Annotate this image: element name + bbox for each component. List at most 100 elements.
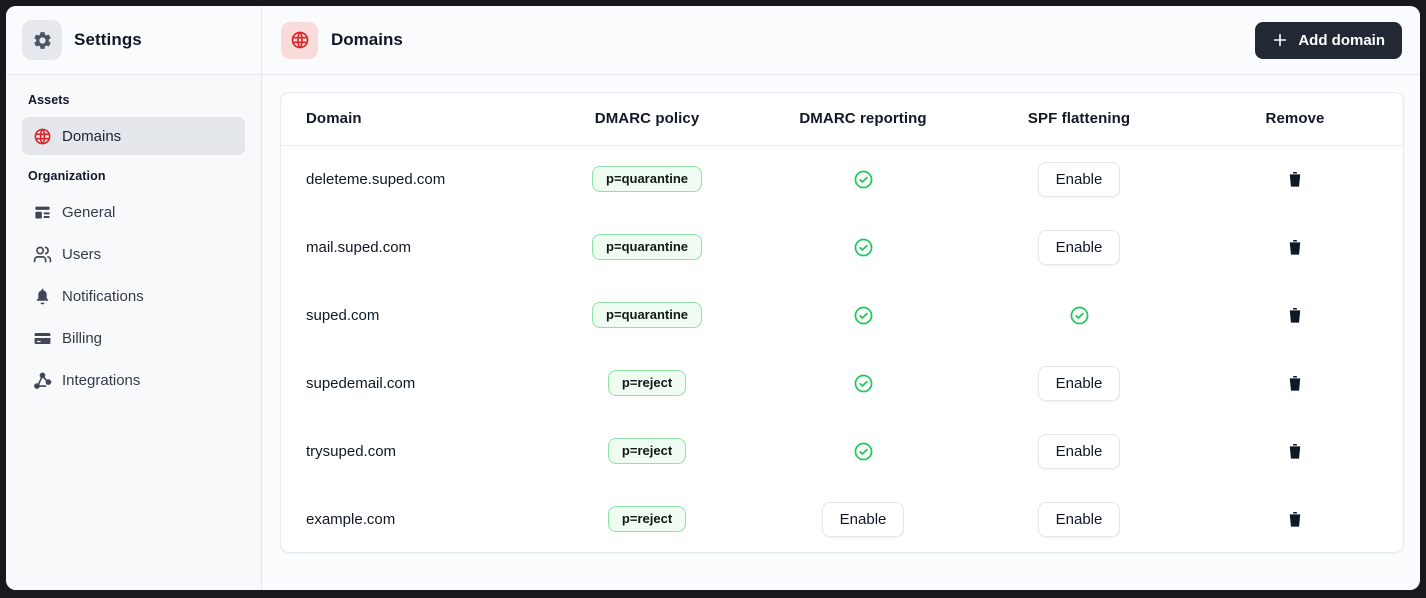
gear-icon [22, 20, 62, 60]
remove-cell [1187, 145, 1403, 213]
dmarc-policy-badge: p=reject [607, 370, 687, 396]
dmarc-reporting-cell: Enable [755, 213, 971, 281]
dmarc-policy-badge: p=reject [607, 506, 687, 532]
integrations-icon [33, 371, 52, 390]
domain-name: example.com [306, 510, 396, 528]
sidebar-item-label: General [62, 203, 116, 221]
sidebar-item-users[interactable]: Users [22, 235, 245, 273]
spf-flattening-enable-button[interactable]: Enable [1037, 433, 1121, 469]
remove-cell [1187, 281, 1403, 349]
sidebar-item-notifications[interactable]: Notifications [22, 277, 245, 315]
table-row: supedemail.com p=reject Enable Enable [281, 349, 1403, 417]
delete-domain-button[interactable] [1286, 306, 1304, 325]
sidebar-item-label: Integrations [62, 371, 141, 389]
add-domain-button[interactable]: Add domain [1255, 21, 1402, 59]
dmarc-policy-cell: p=reject [539, 349, 755, 417]
dmarc-reporting-check-circle-icon [853, 441, 874, 462]
dmarc-policy-cell: p=quarantine [539, 145, 755, 213]
sidebar-header: Settings [6, 6, 261, 75]
sidebar-item-label: Users [62, 245, 102, 263]
delete-domain-button[interactable] [1286, 442, 1304, 461]
sidebar-item-label: Billing [62, 329, 103, 347]
dmarc-reporting-cell: Enable [755, 485, 971, 552]
add-domain-button-label: Add domain [1298, 31, 1385, 49]
sidebar-item-general[interactable]: General [22, 193, 245, 231]
bell-icon [33, 287, 52, 306]
sidebar-item-label: Domains [62, 127, 122, 145]
dmarc-reporting-check-circle-icon [853, 373, 874, 394]
dmarc-reporting-cell: Enable [755, 417, 971, 485]
spf-flattening-cell: Enable [971, 213, 1187, 281]
nav-section-assets: Assets Domains [22, 93, 245, 155]
domains-table: Domain DMARC policy DMARC reporting SPF … [281, 93, 1403, 552]
table-header-row: Domain DMARC policy DMARC reporting SPF … [281, 93, 1403, 146]
domain-cell: deleteme.suped.com [281, 145, 539, 213]
spf-flattening-cell: Enable [971, 349, 1187, 417]
dmarc-policy-cell: p=reject [539, 485, 755, 552]
credit-card-icon [33, 329, 52, 348]
table-row: deleteme.suped.com p=quarantine Enable E… [281, 145, 1403, 213]
delete-domain-button[interactable] [1286, 510, 1304, 529]
dmarc-policy-cell: p=quarantine [539, 213, 755, 281]
app-window: Settings Assets Domains Organization Gen… [6, 6, 1420, 590]
domain-name: mail.suped.com [306, 238, 412, 256]
dmarc-policy-badge: p=quarantine [592, 234, 703, 260]
globe-icon [33, 127, 52, 146]
column-header-spf-flattening: SPF flattening [971, 93, 1187, 146]
dmarc-policy-badge: p=quarantine [592, 166, 703, 193]
spf-flattening-enable-button[interactable]: Enable [1037, 501, 1121, 537]
remove-cell [1187, 485, 1403, 552]
domain-name: trysuped.com [306, 442, 397, 460]
domain-cell: supedemail.com [281, 349, 539, 417]
spf-flattening-enable-button[interactable]: Enable [1037, 229, 1121, 265]
users-icon [33, 245, 52, 264]
main-header: Domains Add domain [262, 6, 1420, 75]
domain-cell: example.com [281, 485, 539, 552]
spf-flattening-cell: Enable [971, 145, 1187, 213]
spf-flattening-enable-button[interactable]: Enable [1037, 161, 1121, 197]
dmarc-policy-badge: p=quarantine [592, 302, 703, 328]
spf-flattening-cell: Enable [971, 417, 1187, 485]
sidebar-item-billing[interactable]: Billing [22, 319, 245, 357]
sidebar-item-label: Notifications [62, 287, 144, 305]
domain-name: deleteme.suped.com [306, 170, 446, 188]
panel-icon [33, 203, 52, 222]
domains-table-body: deleteme.suped.com p=quarantine Enable E… [281, 145, 1403, 552]
content: Domain DMARC policy DMARC reporting SPF … [262, 75, 1420, 590]
domain-cell: mail.suped.com [281, 213, 539, 281]
page-title: Domains [331, 30, 403, 49]
table-row: example.com p=reject Enable Enable [281, 485, 1403, 552]
sidebar-nav: Assets Domains Organization General User… [6, 75, 261, 431]
domain-name: suped.com [306, 306, 380, 324]
app-title: Settings [74, 30, 142, 49]
spf-flattening-enable-button[interactable]: Enable [1037, 365, 1121, 401]
sidebar-item-integrations[interactable]: Integrations [22, 361, 245, 399]
spf-flattening-check-circle-icon [1069, 305, 1090, 326]
remove-cell [1187, 349, 1403, 417]
table-row: suped.com p=quarantine Enable Enable [281, 281, 1403, 349]
globe-icon [281, 21, 318, 59]
delete-domain-button[interactable] [1286, 374, 1304, 393]
spf-flattening-cell: Enable [971, 281, 1187, 349]
section-label-assets: Assets [28, 93, 70, 107]
table-row: mail.suped.com p=quarantine Enable Enabl… [281, 213, 1403, 281]
dmarc-reporting-cell: Enable [755, 349, 971, 417]
domains-table-card: Domain DMARC policy DMARC reporting SPF … [280, 92, 1404, 553]
main-area: Domains Add domain Domain DMARC policy D… [262, 6, 1420, 590]
dmarc-reporting-cell: Enable [755, 281, 971, 349]
delete-domain-button[interactable] [1286, 238, 1304, 257]
table-row: trysuped.com p=reject Enable Enable [281, 417, 1403, 485]
column-header-dmarc-reporting: DMARC reporting [755, 93, 972, 146]
dmarc-policy-cell: p=reject [539, 417, 755, 485]
remove-cell [1187, 417, 1403, 485]
sidebar-item-domains[interactable]: Domains [22, 117, 245, 155]
column-header-domain: Domain [281, 93, 540, 146]
dmarc-policy-badge: p=reject [607, 438, 687, 464]
dmarc-reporting-enable-button[interactable]: Enable [821, 501, 905, 537]
section-label-organization: Organization [28, 169, 106, 183]
nav-section-organization: Organization General Users Notifications… [22, 169, 245, 399]
delete-domain-button[interactable] [1286, 170, 1304, 189]
domain-cell: suped.com [281, 281, 539, 349]
sidebar: Settings Assets Domains Organization Gen… [6, 6, 262, 590]
dmarc-reporting-cell: Enable [755, 145, 971, 213]
